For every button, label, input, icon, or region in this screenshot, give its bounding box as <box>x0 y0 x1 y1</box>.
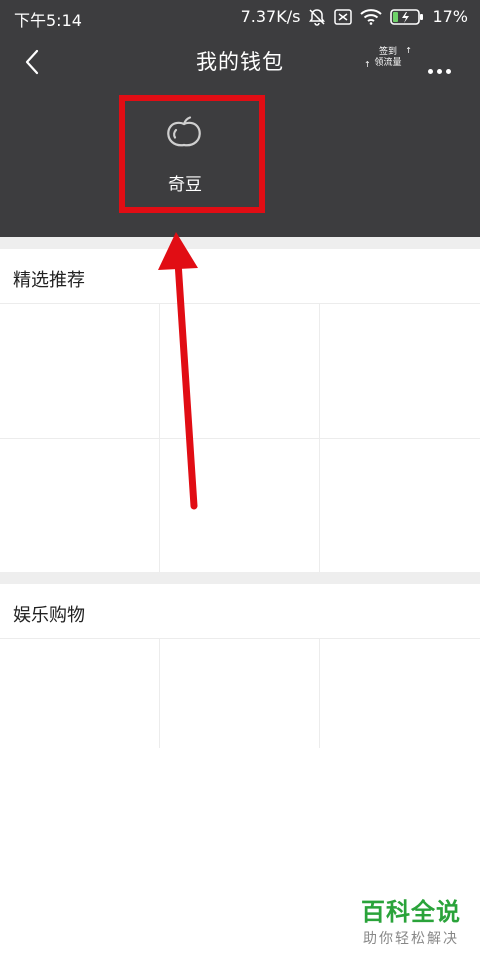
recommend-grid <box>0 303 480 748</box>
watermark-logo: 百科全说 助你轻松解决 <box>356 898 466 948</box>
watermark-title: 百科全说 <box>361 898 461 926</box>
watermark-subtitle: 助你轻松解决 <box>363 931 459 947</box>
wallet-screen: 下午5:14 7.37K/s 17% 我的钱包 ↑ 签到 领流量 ↑ 奇豆 精选… <box>0 0 480 960</box>
section-title: 娱乐购物 <box>13 605 85 626</box>
section-divider <box>0 572 480 584</box>
